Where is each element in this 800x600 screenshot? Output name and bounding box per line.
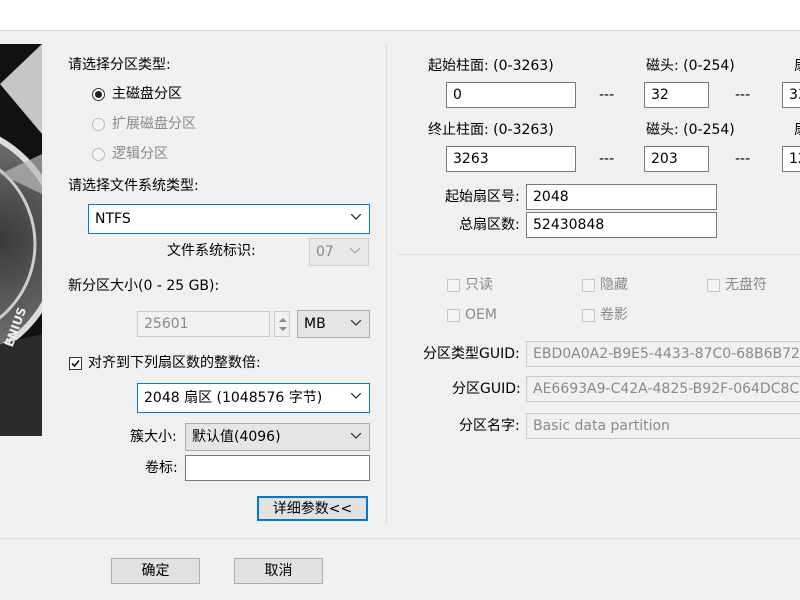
align-sectors-value: 2048 扇区 (1048576 字节) bbox=[144, 390, 323, 406]
end-sector-input[interactable]: 12 bbox=[782, 146, 800, 172]
partition-type-label: 请选择分区类型: bbox=[68, 57, 171, 73]
attr-hidden-label[interactable]: 隐藏 bbox=[600, 276, 628, 294]
total-sectors-label: 总扇区数: bbox=[459, 217, 520, 233]
separator-dashes: --- bbox=[735, 87, 751, 103]
size-unit-select[interactable]: MB bbox=[297, 310, 370, 338]
separator-dashes: --- bbox=[599, 87, 615, 103]
start-head-label: 磁头: (0-254) bbox=[646, 58, 735, 74]
filesystem-id-select[interactable]: 07 bbox=[309, 238, 369, 266]
partition-guid-input[interactable]: AE6693A9-C42A-4825-B92F-064DC8C8E3A1 bbox=[526, 376, 800, 402]
align-checkbox[interactable] bbox=[69, 357, 82, 370]
partition-name-input[interactable]: Basic data partition bbox=[526, 413, 800, 439]
attr-readonly-checkbox[interactable] bbox=[447, 279, 460, 292]
attr-hidden-checkbox[interactable] bbox=[582, 279, 595, 292]
separator-dashes: --- bbox=[735, 151, 751, 167]
partition-size-label: 新分区大小(0 - 25 GB): bbox=[68, 278, 220, 294]
total-sectors-input[interactable]: 52430848 bbox=[526, 212, 717, 238]
start-sector-number-input[interactable]: 2048 bbox=[526, 184, 717, 210]
partition-name-label: 分区名字: bbox=[459, 418, 520, 434]
cancel-button[interactable]: 取消 bbox=[234, 558, 323, 584]
attr-readonly-label[interactable]: 只读 bbox=[465, 276, 493, 294]
partition-type-guid-input[interactable]: EBD0A0A2-B9E5-4433-87C0-68B6B72699C7 bbox=[526, 341, 800, 367]
radio-primary-partition-label[interactable]: 主磁盘分区 bbox=[112, 85, 182, 103]
attr-shadow-copy-label[interactable]: 卷影 bbox=[600, 306, 628, 324]
filesystem-type-label: 请选择文件系统类型: bbox=[68, 178, 199, 194]
attr-oem-checkbox[interactable] bbox=[447, 309, 460, 322]
partition-type-guid-label: 分区类型GUID: bbox=[423, 346, 520, 362]
attr-shadow-copy-checkbox[interactable] bbox=[582, 309, 595, 322]
start-sector-label-cut: 扇 bbox=[794, 57, 800, 75]
attr-no-drive-letter-label[interactable]: 无盘符 bbox=[725, 276, 767, 294]
cluster-size-label: 簇大小: bbox=[130, 429, 177, 445]
disk-logo-image: ENIUS bbox=[0, 44, 42, 436]
cluster-size-value: 默认值(4096) bbox=[192, 429, 281, 445]
filesystem-id-value: 07 bbox=[316, 244, 334, 260]
start-sector-input[interactable]: 33 bbox=[782, 82, 800, 108]
volume-label-label: 卷标: bbox=[145, 460, 178, 476]
end-cylinder-label: 终止柱面: (0-3263) bbox=[428, 122, 554, 138]
filesystem-select-value: NTFS bbox=[95, 211, 131, 227]
filesystem-select[interactable]: NTFS bbox=[88, 204, 370, 234]
volume-label-input[interactable] bbox=[185, 455, 370, 481]
cluster-size-select[interactable]: 默认值(4096) bbox=[185, 423, 370, 451]
radio-primary-partition[interactable] bbox=[92, 88, 105, 101]
chevron-down-icon bbox=[351, 214, 361, 220]
footer-divider bbox=[0, 538, 800, 539]
chevron-down-icon bbox=[350, 248, 360, 254]
start-sector-number-label: 起始扇区号: bbox=[445, 189, 520, 205]
filesystem-id-label: 文件系统标识: bbox=[167, 243, 256, 259]
radio-logical-partition[interactable] bbox=[92, 148, 105, 161]
attr-oem-label[interactable]: OEM bbox=[465, 306, 497, 324]
end-cylinder-input[interactable]: 3263 bbox=[446, 146, 576, 172]
attr-no-drive-letter-checkbox[interactable] bbox=[707, 279, 720, 292]
radio-logical-partition-label[interactable]: 逻辑分区 bbox=[112, 145, 168, 163]
end-head-label: 磁头: (0-254) bbox=[646, 122, 735, 138]
title-strip bbox=[0, 0, 800, 31]
size-unit-value: MB bbox=[304, 316, 326, 332]
partition-guid-label: 分区GUID: bbox=[452, 381, 521, 397]
pane-divider bbox=[386, 44, 387, 524]
chevron-down-icon bbox=[351, 320, 361, 326]
size-spinner[interactable] bbox=[274, 311, 290, 337]
spin-up-icon bbox=[279, 318, 287, 322]
details-toggle-button[interactable]: 详细参数<< bbox=[257, 496, 368, 521]
radio-extended-partition[interactable] bbox=[92, 118, 105, 131]
radio-extended-partition-label[interactable]: 扩展磁盘分区 bbox=[112, 115, 196, 133]
ok-button[interactable]: 确定 bbox=[111, 558, 200, 584]
spin-down-icon bbox=[279, 327, 287, 331]
partition-size-input[interactable]: 25601 bbox=[137, 311, 270, 337]
start-cylinder-label: 起始柱面: (0-3263) bbox=[428, 58, 554, 74]
align-sectors-select[interactable]: 2048 扇区 (1048576 字节) bbox=[137, 383, 370, 413]
chevron-down-icon bbox=[351, 433, 361, 439]
start-head-input[interactable]: 32 bbox=[644, 82, 709, 108]
checkmark-icon bbox=[71, 359, 80, 368]
chevron-down-icon bbox=[351, 393, 361, 399]
separator-dashes: --- bbox=[599, 151, 615, 167]
end-sector-label-cut: 扇 bbox=[794, 121, 800, 139]
start-cylinder-input[interactable]: 0 bbox=[446, 82, 576, 108]
align-label[interactable]: 对齐到下列扇区数的整数倍: bbox=[88, 354, 261, 372]
right-pane-divider bbox=[398, 254, 800, 255]
end-head-input[interactable]: 203 bbox=[644, 146, 709, 172]
